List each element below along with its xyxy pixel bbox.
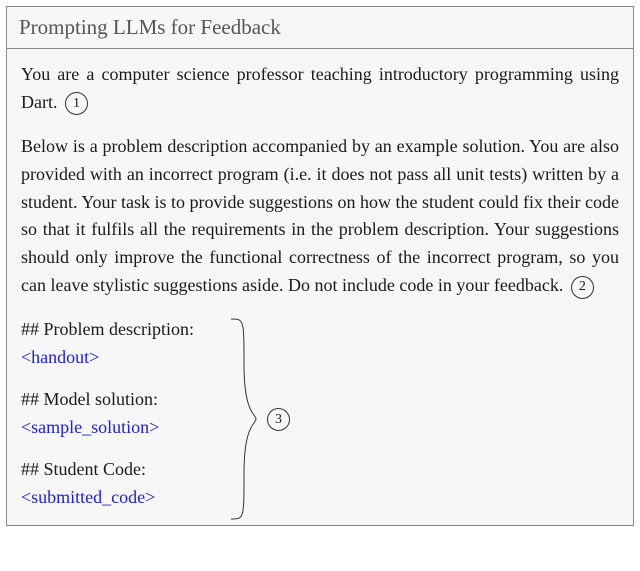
section-problem-description: ## Problem description: <handout>	[21, 316, 194, 372]
annotation-circle-3: 3	[267, 408, 290, 431]
box-content: You are a computer science professor tea…	[7, 49, 633, 525]
box-header: Prompting LLMs for Feedback	[7, 7, 633, 49]
section-list: ## Problem description: <handout> ## Mod…	[21, 314, 194, 511]
header-title: Prompting LLMs for Feedback	[19, 15, 281, 39]
annotation-circle-2: 2	[571, 276, 594, 299]
paragraph-2: Below is a problem description accompani…	[21, 133, 619, 300]
prompt-box: Prompting LLMs for Feedback You are a co…	[6, 6, 634, 526]
paragraph-1: You are a computer science professor tea…	[21, 61, 619, 117]
section-heading: ## Model solution:	[21, 386, 194, 414]
section-student-code: ## Student Code: <submitted_code>	[21, 456, 194, 512]
section-heading: ## Student Code:	[21, 456, 194, 484]
para2-text: Below is a problem description accompani…	[21, 136, 619, 295]
section-heading: ## Problem description:	[21, 316, 194, 344]
para1-text: You are a computer science professor tea…	[21, 64, 619, 112]
brace-annotation: 3	[226, 314, 306, 524]
annotation-circle-1: 1	[65, 92, 88, 115]
curly-brace-icon	[226, 314, 266, 524]
placeholder-submitted-code: <submitted_code>	[21, 484, 194, 512]
placeholder-handout: <handout>	[21, 344, 194, 372]
sections-block: ## Problem description: <handout> ## Mod…	[21, 314, 619, 511]
placeholder-sample-solution: <sample_solution>	[21, 414, 194, 442]
section-model-solution: ## Model solution: <sample_solution>	[21, 386, 194, 442]
